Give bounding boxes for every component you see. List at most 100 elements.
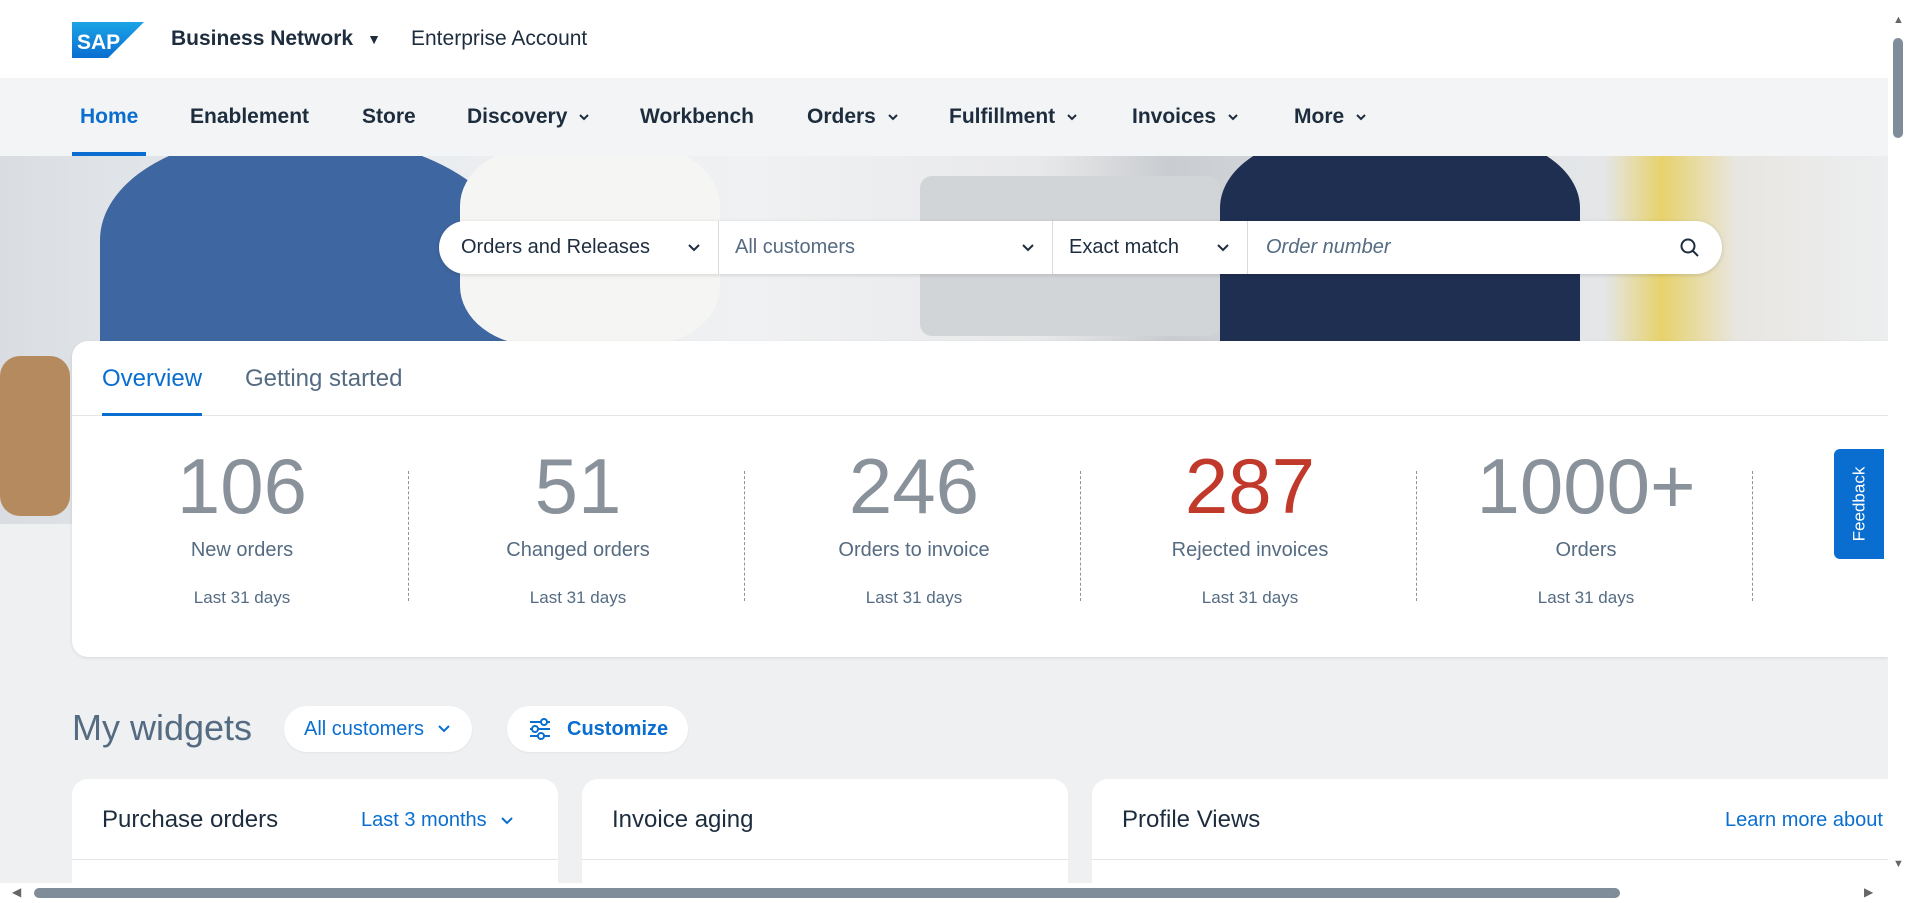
scroll-right-icon[interactable]: ▶ <box>1864 885 1873 899</box>
period-label: Last 3 months <box>361 809 487 831</box>
caret-down-icon: ▼ <box>367 31 381 47</box>
kpi-tile-orders[interactable]: 1000+ Orders Last 31 days <box>1418 441 1754 641</box>
kpi-period: Last 31 days <box>1201 588 1299 607</box>
main-nav: Home Enablement Store Discovery Workbenc… <box>0 78 1888 156</box>
kpi-period: Last 31 days <box>865 588 963 607</box>
scroll-up-icon[interactable]: ▲ <box>1893 14 1904 26</box>
kpi-label: Changed orders <box>506 539 650 561</box>
search-icon[interactable] <box>1678 236 1702 260</box>
nav-discovery[interactable]: Discovery <box>467 78 591 156</box>
widget-divider <box>582 859 1068 860</box>
vertical-scrollbar[interactable]: ▲ ▼ <box>1888 0 1908 903</box>
chevron-down-icon <box>688 244 700 252</box>
kpi-period: Last 31 days <box>529 588 627 607</box>
kpi-value: 51 <box>534 442 622 530</box>
nav-label: Fulfillment <box>949 105 1056 128</box>
document-search-bar: Orders and Releases All customers Exact … <box>439 221 1722 274</box>
chevron-down-icon <box>1022 244 1034 252</box>
chevron-down-icon <box>579 114 590 121</box>
horizontal-scrollbar[interactable]: ◀ ▶ <box>0 883 1888 903</box>
nav-label: Invoices <box>1132 105 1217 128</box>
kpi-value: 106 <box>176 442 308 530</box>
nav-label: More <box>1294 105 1345 128</box>
document-type-value: Orders and Releases <box>461 236 650 258</box>
nav-enablement[interactable]: Enablement <box>190 78 309 156</box>
kpi-value: 246 <box>848 442 980 530</box>
nav-label: Store <box>362 105 416 128</box>
widget-divider <box>72 859 558 860</box>
business-network-menu[interactable]: Business Network ▼ <box>171 27 381 51</box>
customer-select[interactable]: All customers <box>719 221 1053 274</box>
horizontal-scroll-thumb[interactable] <box>34 888 1620 898</box>
widget-title: Invoice aging <box>612 806 754 833</box>
scroll-down-icon[interactable]: ▼ <box>1893 858 1904 870</box>
match-type-select[interactable]: Exact match <box>1053 221 1248 274</box>
document-type-select[interactable]: Orders and Releases <box>439 221 719 274</box>
order-number-input[interactable]: Order number <box>1248 221 1722 274</box>
nav-fulfillment[interactable]: Fulfillment <box>949 78 1079 156</box>
tile-divider <box>744 471 745 601</box>
chevron-down-icon <box>500 816 513 824</box>
widget-title: Purchase orders <box>102 806 279 833</box>
customer-filter-label: All customers <box>304 717 425 740</box>
widget-divider <box>1092 859 1888 860</box>
widget-title: Profile Views <box>1122 806 1261 833</box>
nav-label: Discovery <box>467 105 568 128</box>
nav-label: Home <box>80 105 139 128</box>
hero-chair-shape <box>0 356 70 516</box>
account-type: Enterprise Account <box>411 27 588 50</box>
widgets-heading: My widgets <box>72 707 253 748</box>
sliders-icon <box>530 718 550 740</box>
tab-overview[interactable]: Overview <box>102 365 203 416</box>
chevron-down-icon <box>1067 114 1077 121</box>
customer-value: All customers <box>735 236 856 258</box>
nav-label: Workbench <box>640 105 754 128</box>
kpi-tile-rejected-invoices[interactable]: 287 Rejected invoices Last 31 days <box>1082 441 1418 641</box>
nav-more[interactable]: More <box>1294 78 1368 156</box>
customize-label: Customize <box>567 717 669 740</box>
scroll-left-icon[interactable]: ◀ <box>12 885 21 899</box>
kpi-period: Last 31 days <box>1537 588 1635 607</box>
learn-more-link[interactable]: Learn more about <box>1725 809 1883 832</box>
brand-label: Business Network <box>171 27 354 50</box>
period-select[interactable]: Last 3 months <box>361 809 515 832</box>
match-type-value: Exact match <box>1069 236 1180 258</box>
nav-label: Enablement <box>190 105 310 128</box>
feedback-button[interactable]: Feedback <box>1834 449 1884 559</box>
kpi-label: Orders <box>1555 539 1617 561</box>
nav-workbench[interactable]: Workbench <box>640 78 754 156</box>
svg-text:SAP: SAP <box>77 31 120 54</box>
shell-bar: SAP Business Network ▼ Enterprise Accoun… <box>0 0 1888 78</box>
customize-button[interactable]: Customize <box>507 706 689 752</box>
chevron-down-icon <box>1228 114 1238 121</box>
kpi-value: 1000+ <box>1476 442 1696 530</box>
overview-tabs: Overview Getting started <box>72 341 1888 416</box>
chevron-down-icon <box>888 114 898 121</box>
chevron-down-icon <box>1356 114 1366 121</box>
nav-orders[interactable]: Orders <box>807 78 900 156</box>
tile-divider <box>1080 471 1081 601</box>
nav-label: Orders <box>807 105 876 128</box>
nav-invoices[interactable]: Invoices <box>1132 78 1240 156</box>
nav-store[interactable]: Store <box>362 78 416 156</box>
tile-divider <box>1752 471 1753 601</box>
kpi-tile-new-orders[interactable]: 106 New orders Last 31 days <box>74 441 410 641</box>
order-number-placeholder: Order number <box>1266 236 1391 258</box>
tile-divider <box>1416 471 1417 601</box>
kpi-value: 287 <box>1184 442 1316 530</box>
tab-getting-started[interactable]: Getting started <box>245 365 402 393</box>
overview-card: Overview Getting started 106 New orders … <box>72 341 1888 657</box>
feedback-label: Feedback <box>1849 466 1869 542</box>
vertical-scroll-thumb[interactable] <box>1893 38 1903 138</box>
sap-logo[interactable]: SAP <box>72 22 144 58</box>
kpi-label: New orders <box>190 539 294 561</box>
kpi-tile-changed-orders[interactable]: 51 Changed orders Last 31 days <box>410 441 746 641</box>
tile-divider <box>408 471 409 601</box>
chevron-down-icon <box>438 725 450 733</box>
kpi-period: Last 31 days <box>193 588 291 607</box>
kpi-label: Orders to invoice <box>838 539 990 561</box>
kpi-tile-orders-to-invoice[interactable]: 246 Orders to invoice Last 31 days <box>746 441 1082 641</box>
widgets-customer-filter[interactable]: All customers <box>284 706 473 752</box>
kpi-label: Rejected invoices <box>1171 539 1329 561</box>
nav-home[interactable]: Home <box>71 78 147 156</box>
